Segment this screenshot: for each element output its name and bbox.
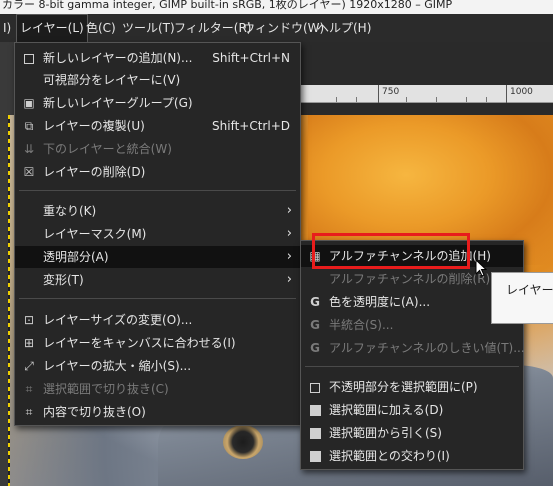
ruler-minor-tick bbox=[356, 97, 357, 102]
layer-boundary-marching-ants bbox=[8, 115, 10, 486]
ruler-label: 750 bbox=[382, 87, 400, 97]
ruler-major-tick bbox=[506, 85, 507, 103]
menu-item-layer-boundary-size[interactable]: ⊡ レイヤーサイズの変更(O)... bbox=[15, 309, 300, 331]
ruler-minor-tick bbox=[436, 97, 437, 102]
layer-to-canvas-icon: ⊞ bbox=[23, 336, 35, 350]
ruler-label: 1000 bbox=[510, 87, 533, 97]
menu-help[interactable]: ヘルプ(H) bbox=[314, 14, 374, 42]
tooltip: レイヤーに bbox=[491, 272, 553, 324]
menu-separator bbox=[19, 190, 296, 191]
menu-item-new-from-visible[interactable]: 可視部分をレイヤーに(V) bbox=[15, 69, 300, 91]
ruler-minor-tick bbox=[336, 97, 337, 102]
menu-item-delete-layer[interactable]: ☒ レイヤーの削除(D) bbox=[15, 161, 300, 183]
menu-item-crop-to-content[interactable]: ⌗ 内容で切り抜き(O) bbox=[15, 401, 300, 423]
menu-separator bbox=[19, 298, 296, 299]
menu-item-scale-layer[interactable]: ⤢ レイヤーの拡大・縮小(S)... bbox=[15, 355, 300, 377]
menu-item-add-to-selection[interactable]: 選択範囲に加える(D) bbox=[301, 399, 523, 421]
menu-item-subtract-from-selection[interactable]: 選択範囲から引く(S) bbox=[301, 422, 523, 444]
add-alpha-icon: ▦ bbox=[309, 249, 321, 263]
chevron-right-icon: › bbox=[286, 249, 292, 264]
window-title: カラー 8-bit gamma integer, GIMP built-in s… bbox=[2, 0, 453, 11]
ruler-minor-tick bbox=[486, 97, 487, 102]
layer-boundary-icon: ⊡ bbox=[23, 313, 35, 327]
gegl-icon: G bbox=[310, 341, 320, 355]
layer-menu: 新しいレイヤーの追加(N)... Shift+Ctrl+N 可視部分をレイヤーに… bbox=[14, 42, 301, 426]
chevron-right-icon: › bbox=[286, 203, 292, 218]
menu-item-alpha-to-selection[interactable]: 不透明部分を選択範囲に(P) bbox=[301, 376, 523, 398]
scale-layer-icon: ⤢ bbox=[24, 359, 34, 373]
menu-item-crop-to-selection[interactable]: ⌗ 選択範囲で切り抜き(C) bbox=[15, 378, 300, 400]
menu-tools[interactable]: ツール(T) bbox=[119, 14, 178, 42]
menu-item-add-alpha-channel[interactable]: ▦ アルファチャンネルの追加(H) bbox=[301, 245, 523, 267]
menu-item-new-layer-group[interactable]: ▣ 新しいレイヤーグループ(G) bbox=[15, 92, 300, 114]
menu-item-color-to-alpha[interactable]: G 色を透明度に(A)... bbox=[301, 291, 523, 313]
ruler-major-tick bbox=[378, 85, 379, 103]
menu-item-layer-to-canvas[interactable]: ⊞ レイヤーをキャンバスに合わせる(I) bbox=[15, 332, 300, 354]
crop-to-selection-icon: ⌗ bbox=[25, 382, 33, 396]
gegl-icon: G bbox=[310, 295, 320, 309]
menu-item-transform[interactable]: 変形(T) › bbox=[15, 269, 300, 291]
selection-add-icon bbox=[308, 403, 322, 417]
tooltip-text: レイヤーに bbox=[506, 283, 553, 297]
menu-layer[interactable]: レイヤー(L) bbox=[16, 14, 88, 42]
menu-item-duplicate-layer[interactable]: ⧉ レイヤーの複製(U) Shift+Ctrl+D bbox=[15, 115, 300, 137]
crop-to-content-icon: ⌗ bbox=[25, 405, 33, 419]
menu-item-remove-alpha-channel[interactable]: アルファチャンネルの削除(R) bbox=[301, 268, 523, 290]
merge-down-icon: ⇊ bbox=[23, 142, 35, 156]
ruler-minor-tick bbox=[466, 97, 467, 102]
menu-item-threshold-alpha[interactable]: G アルファチャンネルのしきい値(T)... bbox=[301, 337, 525, 359]
menu-item-merge-down[interactable]: ⇊ 下のレイヤーと統合(W) bbox=[15, 138, 300, 160]
menu-colors[interactable]: 色(C) bbox=[83, 14, 119, 42]
image-fish-eye bbox=[223, 425, 263, 459]
menubar: I) レイヤー(L) 色(C) ツール(T) フィルター(R) ウィンドウ(W)… bbox=[0, 14, 553, 42]
window-title-bar: カラー 8-bit gamma integer, GIMP built-in s… bbox=[0, 0, 553, 14]
delete-layer-icon: ☒ bbox=[23, 165, 35, 179]
menu-item-layer-mask[interactable]: レイヤーマスク(M) › bbox=[15, 223, 300, 245]
duplicate-layer-icon: ⧉ bbox=[24, 119, 34, 133]
menu-item-new-layer[interactable]: 新しいレイヤーの追加(N)... Shift+Ctrl+N bbox=[15, 47, 300, 69]
selection-intersect-icon bbox=[308, 449, 322, 463]
menu-separator bbox=[305, 366, 519, 367]
new-layer-icon bbox=[22, 51, 36, 65]
chevron-right-icon: › bbox=[286, 272, 292, 287]
menu-image[interactable]: I) bbox=[0, 14, 14, 42]
chevron-right-icon: › bbox=[286, 226, 292, 241]
ruler-minor-tick bbox=[406, 97, 407, 102]
menu-item-stack[interactable]: 重なり(K) › bbox=[15, 200, 300, 222]
new-layer-group-icon: ▣ bbox=[23, 96, 35, 110]
menu-item-semi-flatten[interactable]: G 半統合(S)... bbox=[301, 314, 523, 336]
gegl-icon: G bbox=[310, 318, 320, 332]
alpha-to-selection-icon bbox=[308, 380, 322, 394]
mouse-cursor-icon bbox=[475, 259, 487, 277]
menu-item-intersect-with-selection[interactable]: 選択範囲との交わり(I) bbox=[301, 445, 523, 467]
selection-subtract-icon bbox=[308, 426, 322, 440]
menu-item-transparency[interactable]: 透明部分(A) › bbox=[15, 246, 300, 268]
